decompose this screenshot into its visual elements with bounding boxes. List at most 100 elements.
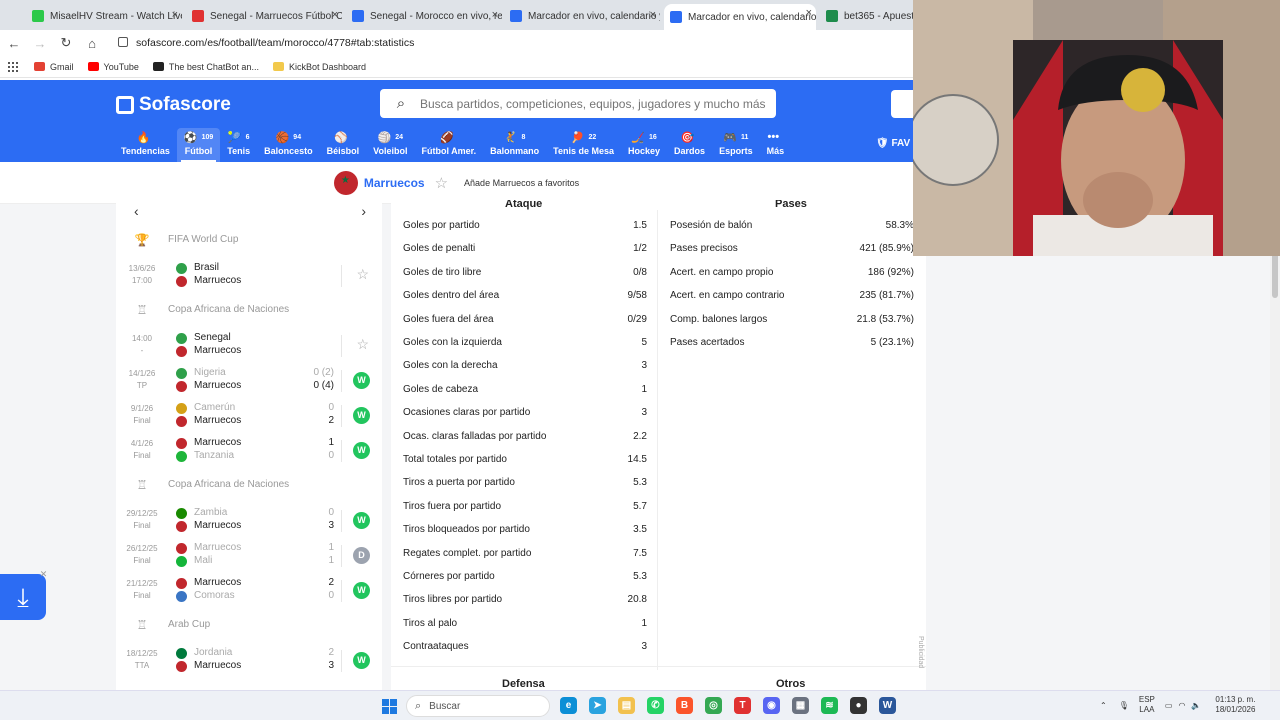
match-row[interactable]: 26/12/25 Final Marruecos 1 Mali 1 D — [116, 537, 382, 572]
add-favorite-text[interactable]: Añade Marruecos a favoritos — [464, 178, 579, 188]
star-icon[interactable]: ☆ — [435, 174, 448, 192]
forward-arrow-icon[interactable]: → — [28, 36, 52, 51]
sport-tab-tennis[interactable]: 🎾 6 Tenis — [220, 128, 257, 162]
volume-icon[interactable]: 🔈 — [1191, 701, 1201, 710]
competition-header[interactable]: 🏆 FIFA World Cup — [116, 222, 382, 257]
bookmark-item[interactable]: YouTube — [87, 62, 139, 72]
whatsapp-icon[interactable]: ✆ — [647, 697, 664, 714]
match-row[interactable]: 4/1/26 Final Marruecos 1 Tanzania 0 W — [116, 432, 382, 467]
discord-icon[interactable]: ◉ — [763, 697, 780, 714]
cup-icon: ♖ — [136, 617, 148, 632]
wifi-icon[interactable]: ◠ — [1178, 701, 1185, 710]
sport-tab-volleyball[interactable]: 🏐 24 Voleibol — [366, 128, 414, 162]
sport-tab-handball[interactable]: 🤾 8 Balonmano — [483, 128, 546, 162]
browser-tab[interactable]: Marcador en vivo, calendario y × — [504, 6, 660, 26]
match-row[interactable]: 21/12/25 Final Marruecos 2 Comoras 0 W — [116, 572, 382, 607]
tab-close-icon[interactable]: × — [650, 9, 656, 21]
chevron-left-icon[interactable]: ‹ — [134, 203, 139, 219]
sport-tab-table-tennis[interactable]: 🏓 22 Tenis de Mesa — [546, 128, 621, 162]
url-field[interactable]: sofascore.com/es/football/team/morocco/4… — [118, 37, 414, 49]
team-name: Brasil — [194, 262, 220, 273]
match-row[interactable]: 14/1/26 TP Nigeria 0 (2) Marruecos 0 (4) W — [116, 362, 382, 397]
competition-header[interactable]: ♖ Copa Africana de Naciones — [116, 467, 382, 502]
tab-close-icon[interactable]: × — [806, 7, 812, 19]
bookmark-item[interactable]: KickBot Dashboard — [272, 62, 366, 72]
browser-tab[interactable]: Senegal - Morocco en vivo, res × — [346, 6, 502, 26]
competition-header[interactable]: ♖ Copa Africana de Naciones — [116, 292, 382, 327]
chevron-up-icon[interactable]: ⌃ — [1100, 701, 1107, 710]
star-icon[interactable]: ☆ — [356, 336, 369, 353]
sport-tab-basketball[interactable]: 🏀 94 Baloncesto — [257, 128, 320, 162]
stat-row: Goles de cabeza 1 — [403, 378, 647, 401]
star-icon[interactable]: ☆ — [356, 266, 369, 283]
sport-event-count: 16 — [648, 133, 657, 141]
close-icon[interactable]: ✕ — [38, 569, 49, 580]
brave-icon[interactable]: B — [676, 697, 693, 714]
match-date-day: 29/12/25 — [126, 509, 158, 518]
browser-tab[interactable]: Senegal - Marruecos Fútbol Cl × — [186, 6, 342, 26]
system-tray: ⌃ 🎙 ESP LAA ▭ ◠ 🔈 01:13 p. m. 18/01/2026 — [1100, 695, 1255, 715]
match-status: Final — [133, 521, 151, 530]
sport-tab-more[interactable]: ••• Más — [760, 128, 792, 162]
stat-label: Goles con la izquierda — [403, 337, 502, 348]
word-icon[interactable]: W — [879, 697, 896, 714]
sport-tab-american-football[interactable]: 🏈 Fútbol Amer. — [414, 128, 483, 162]
apps-grid-icon[interactable] — [8, 61, 18, 72]
sport-tab-darts[interactable]: 🎯 Dardos — [667, 128, 712, 162]
sport-tab-esports[interactable]: 🎮 11 Esports — [712, 128, 760, 162]
sport-tab-football[interactable]: ⚽ 109 Fútbol — [176, 128, 221, 162]
tab-close-icon[interactable]: × — [332, 9, 338, 21]
sport-tab-baseball[interactable]: ⚾ Béisbol — [320, 128, 367, 162]
site-search[interactable]: ⌕ — [380, 89, 776, 118]
sofascore-logo[interactable]: Sofascore — [116, 94, 231, 116]
chrome-icon[interactable]: ◎ — [705, 697, 722, 714]
address-bar: ← → ↻ ⌂ sofascore.com/es/football/team/m… — [0, 30, 913, 56]
tab-close-icon[interactable]: × — [172, 9, 178, 21]
competition-header[interactable]: ♖ Arab Cup — [116, 607, 382, 642]
site-settings-icon[interactable] — [118, 37, 128, 47]
network-icon[interactable]: ▭ — [1165, 701, 1173, 710]
microphone-icon[interactable]: 🎙 — [1119, 701, 1129, 710]
bookmark-item[interactable]: The best ChatBot an... — [152, 62, 259, 72]
spotify-icon[interactable]: ≋ — [821, 697, 838, 714]
browser-tab[interactable]: bet365 - Apuestas d — [820, 6, 913, 26]
home-icon[interactable]: ⌂ — [80, 36, 104, 51]
windows-start-icon[interactable] — [382, 699, 397, 714]
team-name[interactable]: Marruecos — [364, 176, 425, 190]
match-row[interactable]: 29/12/25 Final Zambia 0 Marruecos 3 W — [116, 502, 382, 537]
match-row[interactable]: 14:00 - Senegal Marruecos ☆ — [116, 327, 382, 362]
taskbar-search-label: Buscar — [429, 700, 461, 712]
result-badge: D — [353, 547, 370, 564]
result-badge: W — [353, 442, 370, 459]
match-row[interactable]: 9/1/26 Final Camerún 0 Marruecos 2 W — [116, 397, 382, 432]
clock[interactable]: 01:13 p. m. 18/01/2026 — [1215, 695, 1255, 715]
sport-tab-hockey[interactable]: 🏒 16 Hockey — [621, 128, 667, 162]
browser-tab[interactable]: MisaelHV Stream - Watch Live × — [26, 6, 182, 26]
obs-icon[interactable]: ● — [850, 697, 867, 714]
back-arrow-icon[interactable]: ← — [2, 36, 26, 51]
folder-icon[interactable]: ▤ — [618, 697, 635, 714]
taskbar-search[interactable]: ⌕ Buscar — [406, 695, 550, 717]
stat-value: 14.5 — [627, 454, 647, 465]
chevron-right-icon[interactable]: › — [361, 203, 366, 219]
favorites-button[interactable]: 🛡 FAV — [876, 138, 910, 149]
hockey-icon: 🏒 — [631, 131, 645, 144]
tab-favicon-icon — [510, 10, 522, 22]
typora-icon[interactable]: T — [734, 697, 751, 714]
match-row[interactable]: 13/6/26 17:00 Brasil Marruecos ☆ — [116, 257, 382, 292]
passes-heading: Pases — [775, 200, 807, 210]
match-row[interactable]: 18/12/25 TTA Jordania 2 Marruecos 3 W — [116, 642, 382, 677]
telegram-icon[interactable]: ➤ — [589, 697, 606, 714]
browser-tab[interactable]: Marcador en vivo, calendario y × — [664, 4, 816, 30]
site-search-input[interactable] — [416, 96, 776, 111]
edge-icon[interactable]: e — [560, 697, 577, 714]
sport-tab-top: 🏐 24 — [378, 128, 404, 146]
sport-tab-trending[interactable]: 🔥 Tendencias — [114, 128, 177, 162]
stat-label: Goles de tiro libre — [403, 266, 482, 278]
bookmark-item[interactable]: Gmail — [34, 62, 74, 72]
download-app-button[interactable]: ⤓ — [0, 574, 46, 620]
calculator-icon[interactable]: ▦ — [792, 697, 809, 714]
tab-close-icon[interactable]: × — [492, 9, 498, 21]
reload-icon[interactable]: ↻ — [54, 35, 78, 51]
language-indicator[interactable]: ESP LAA — [1139, 695, 1155, 715]
